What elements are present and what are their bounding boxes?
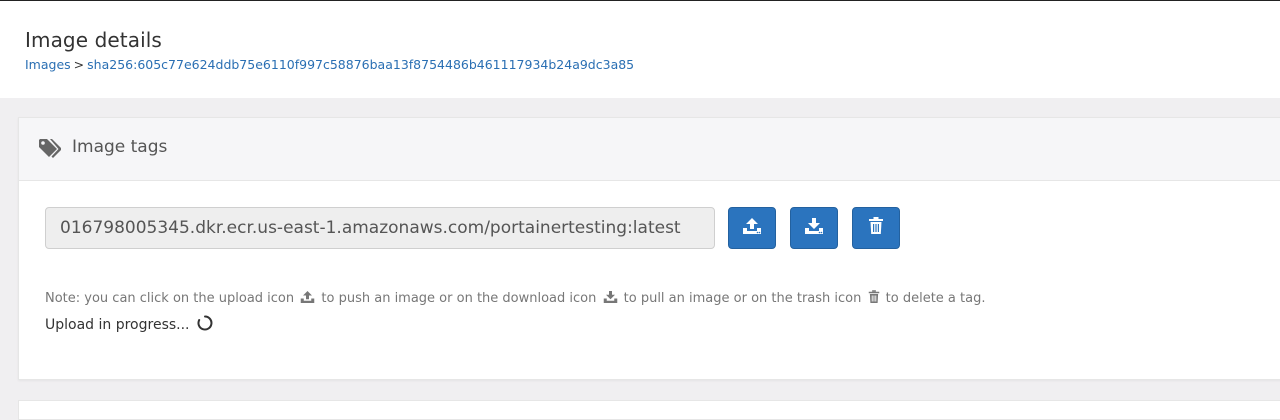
note-text: Note: you can click on the upload icon t… bbox=[45, 290, 985, 308]
upload-icon bbox=[300, 290, 315, 308]
note-part-3: to pull an image or on the trash icon bbox=[623, 291, 862, 306]
widget-header: Image tags bbox=[19, 118, 1280, 181]
breadcrumb-current-image[interactable]: sha256:605c77e624ddb75e6110f997c58876baa… bbox=[87, 57, 634, 72]
note-part-4: to delete a tag. bbox=[885, 291, 986, 306]
next-widget bbox=[18, 400, 1280, 420]
pull-button[interactable] bbox=[790, 207, 838, 249]
trash-icon bbox=[868, 290, 880, 308]
widget-title: Image tags bbox=[72, 137, 168, 157]
page-title: Image details bbox=[25, 28, 162, 52]
push-button[interactable] bbox=[728, 207, 776, 249]
breadcrumb-separator: > bbox=[73, 57, 85, 72]
breadcrumb-images-link[interactable]: Images bbox=[25, 57, 71, 72]
tags-icon bbox=[38, 138, 64, 160]
download-icon bbox=[804, 217, 824, 239]
note-part-2: to push an image or on the download icon bbox=[321, 291, 597, 306]
spinner-icon bbox=[197, 315, 213, 335]
download-icon bbox=[603, 290, 618, 308]
breadcrumb: Images > sha256:605c77e624ddb75e6110f997c5… bbox=[25, 57, 634, 72]
page-header: Image details Images > sha256:605c77e624dd… bbox=[0, 1, 1280, 98]
upload-icon bbox=[742, 217, 762, 239]
note-part-1: Note: you can click on the upload icon bbox=[45, 291, 295, 306]
image-tag-field[interactable]: 016798005345.dkr.ecr.us-east-1.amazonaws… bbox=[45, 207, 715, 249]
trash-icon bbox=[868, 217, 884, 239]
image-tags-widget: Image tags 016798005345.dkr.ecr.us-east-… bbox=[18, 117, 1280, 380]
delete-button[interactable] bbox=[852, 207, 900, 249]
upload-progress-text: Upload in progress... bbox=[45, 317, 190, 333]
upload-progress: Upload in progress... bbox=[45, 315, 213, 335]
